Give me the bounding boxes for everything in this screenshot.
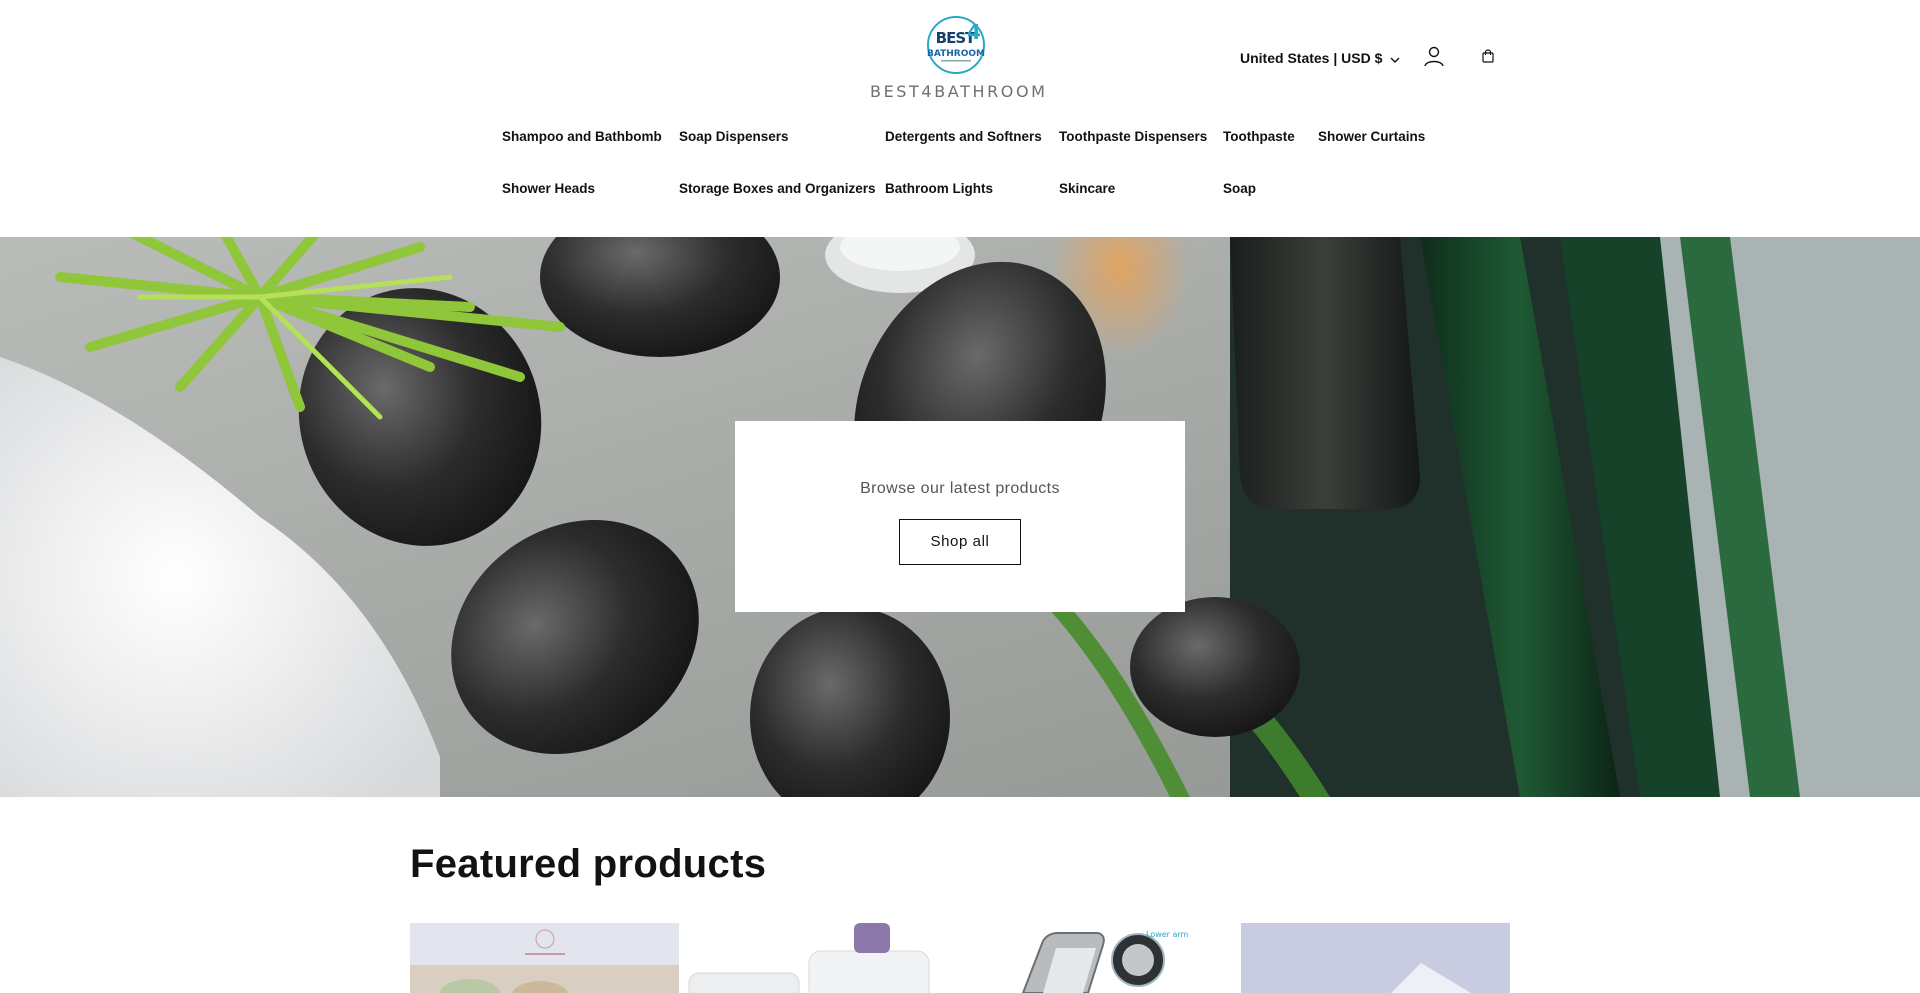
nav-item-toothpaste[interactable]: Toothpaste xyxy=(1223,129,1295,144)
hero-content-box: Browse our latest products Shop all xyxy=(735,421,1185,612)
chevron-down-icon xyxy=(1390,50,1400,66)
cart-button[interactable] xyxy=(1472,42,1504,74)
svg-text:Lower arm: Lower arm xyxy=(1146,930,1189,939)
nav-item-soap[interactable]: Soap xyxy=(1223,181,1256,196)
shop-all-button[interactable]: Shop all xyxy=(899,519,1021,565)
nav-item-shampoo-and-bathbomb[interactable]: Shampoo and Bathbomb xyxy=(502,129,662,144)
product-image xyxy=(1241,923,1510,993)
nav-item-soap-dispensers[interactable]: Soap Dispensers xyxy=(679,129,789,144)
nav-item-storage-boxes-and-organizers[interactable]: Storage Boxes and Organizers xyxy=(679,181,876,196)
featured-products-grid: Lower arm xyxy=(410,923,1510,993)
product-card[interactable] xyxy=(679,923,948,993)
product-image: Lower arm xyxy=(948,923,1217,993)
hero-text: Browse our latest products xyxy=(860,480,1060,497)
featured-products-title: Featured products xyxy=(410,842,767,886)
svg-text:BATHROOM: BATHROOM xyxy=(927,49,985,59)
site-name: BEST4BATHROOM xyxy=(870,82,1048,101)
nav-item-bathroom-lights[interactable]: Bathroom Lights xyxy=(885,181,993,196)
product-image xyxy=(410,923,679,993)
account-button[interactable] xyxy=(1418,42,1450,74)
site-header: BEST 4 BATHROOM BEST4BATHROOM United Sta… xyxy=(0,0,1920,237)
svg-text:4: 4 xyxy=(967,20,981,44)
nav-item-toothpaste-dispensers[interactable]: Toothpaste Dispensers xyxy=(1059,129,1207,144)
user-icon xyxy=(1423,45,1445,72)
hero-banner: Browse our latest products Shop all xyxy=(0,237,1920,797)
product-image xyxy=(679,923,948,993)
product-card[interactable] xyxy=(1241,923,1510,993)
logo-link[interactable]: BEST 4 BATHROOM BEST4BATHROOM xyxy=(870,14,1048,101)
bag-icon xyxy=(1481,48,1495,68)
nav-item-skincare[interactable]: Skincare xyxy=(1059,181,1115,196)
nav-item-detergents-and-softners[interactable]: Detergents and Softners xyxy=(885,129,1042,144)
country-currency-selector[interactable]: United States | USD $ xyxy=(1240,48,1400,68)
product-card[interactable] xyxy=(410,923,679,993)
logo-image: BEST 4 BATHROOM xyxy=(925,14,987,76)
product-card[interactable]: Lower arm xyxy=(948,923,1217,993)
nav-item-shower-heads[interactable]: Shower Heads xyxy=(502,181,595,196)
localization-label: United States | USD $ xyxy=(1240,50,1383,66)
nav-item-shower-curtains[interactable]: Shower Curtains xyxy=(1318,129,1425,144)
